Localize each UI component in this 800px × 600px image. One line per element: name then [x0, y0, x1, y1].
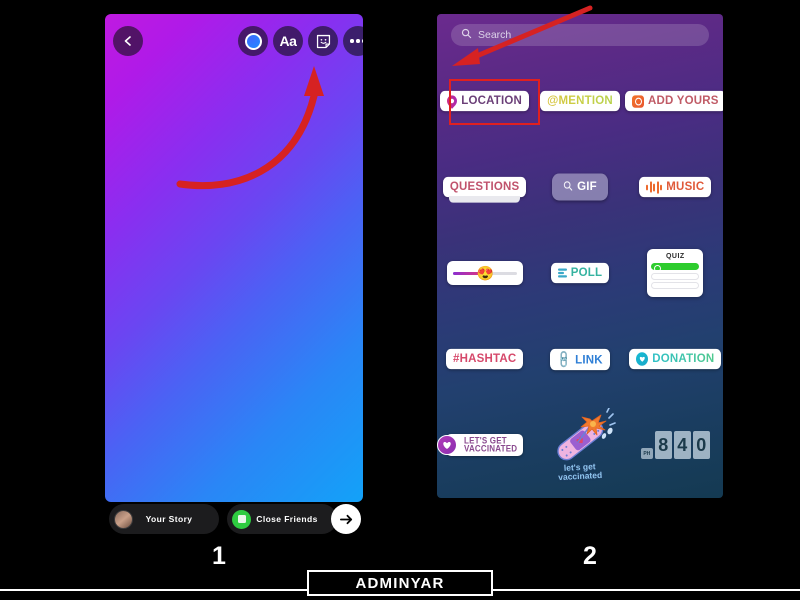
- sticker-donation[interactable]: DONATION: [629, 348, 722, 370]
- sticker-link-label: LINK: [575, 352, 603, 366]
- close-friends-star-icon: [232, 509, 251, 529]
- sticker-add-yours-label: ADD YOURS: [648, 94, 719, 108]
- sticker-quiz-label: QUIZ: [665, 253, 685, 261]
- step-number-1: 1: [212, 542, 226, 570]
- countdown-digit: 4: [673, 431, 691, 459]
- sticker-poll[interactable]: POLL: [550, 262, 610, 284]
- color-swatch: [244, 32, 262, 50]
- annotation-arrow-to-sticker-tool: [176, 66, 324, 190]
- sticker-poll-label: POLL: [570, 266, 603, 280]
- sticker-cell: QUESTIONS: [439, 176, 531, 203]
- sticker-cell: let's get vaccinated: [534, 407, 626, 484]
- sticker-cell: @MENTION: [534, 90, 626, 112]
- poll-bars-icon: [557, 268, 567, 278]
- sticker-gif[interactable]: GIF: [552, 173, 608, 201]
- sticker-bandaid-flower[interactable]: let's get vaccinated: [540, 407, 621, 484]
- brush-color-icon[interactable]: [238, 26, 268, 56]
- sticker-mention[interactable]: @MENTION: [540, 90, 620, 112]
- search-icon: [461, 28, 472, 42]
- sticker-location[interactable]: LOCATION: [440, 90, 530, 112]
- sticker-tray-panel: Search LOCATION @MENTION ADD YOURS QUEST…: [437, 14, 723, 498]
- sticker-cell: ADD YOURS: [625, 90, 723, 112]
- sticker-add-yours[interactable]: ADD YOURS: [625, 90, 723, 112]
- close-friends-label: Close Friends: [256, 514, 318, 524]
- sticker-row: QUESTIONS GIF MUSIC: [437, 144, 723, 230]
- back-chevron-icon[interactable]: [113, 26, 143, 56]
- avatar: [114, 509, 133, 529]
- camera-icon: [632, 94, 645, 108]
- step-number-2: 2: [583, 542, 597, 570]
- sticker-hashtag[interactable]: #HASHTAC: [445, 348, 524, 370]
- vaccinated-line-2: VACCINATED: [464, 443, 518, 454]
- sticker-row: LOCATION @MENTION ADD YOURS: [437, 58, 723, 144]
- sticker-cell: 🔗 LINK: [534, 348, 626, 370]
- countdown-digit: 8: [654, 431, 672, 459]
- search-placeholder: Search: [478, 29, 512, 41]
- countdown-unit: PH: [640, 448, 653, 459]
- sticker-cell: GIF: [534, 173, 626, 201]
- your-story-button[interactable]: Your Story: [109, 504, 219, 534]
- sticker-cell: POLL: [534, 262, 626, 284]
- quiz-option: [651, 272, 700, 280]
- sticker-lets-get-vaccinated[interactable]: LET'S GET VACCINATED: [437, 433, 524, 457]
- heart-badge-icon: [437, 435, 458, 455]
- next-arrow-button[interactable]: [331, 504, 361, 534]
- text-tool-label: Aa: [279, 33, 297, 49]
- sticker-cell: DONATION: [629, 348, 722, 370]
- sticker-smiley-icon[interactable]: [308, 26, 338, 56]
- map-pin-icon: [445, 93, 460, 109]
- sticker-hashtag-label: #HASHTAC: [452, 352, 517, 366]
- sticker-music[interactable]: MUSIC: [639, 176, 712, 198]
- your-story-label: Your Story: [145, 514, 193, 524]
- emoji-slider-icon: 😍: [476, 265, 495, 281]
- chain-link-icon: 🔗: [555, 349, 574, 370]
- bandaid-flower-icon: [557, 407, 616, 461]
- sticker-cell: LOCATION: [439, 90, 531, 112]
- flower-caption-line-2: vaccinated: [557, 470, 603, 483]
- sticker-location-label: LOCATION: [461, 94, 523, 108]
- sticker-cell: PH 8 4 0: [629, 431, 721, 459]
- watermark-badge: ADMINYAR: [307, 570, 493, 596]
- sticker-questions-label: QUESTIONS: [449, 180, 520, 194]
- sticker-countdown[interactable]: PH 8 4 0: [640, 431, 710, 459]
- waveform-icon: [646, 180, 663, 194]
- sticker-row: LET'S GET VACCINATED let's get vaccinate…: [437, 402, 723, 488]
- screenshot-root: Aa Your Story Close Friends Search LOCAT…: [0, 0, 800, 600]
- sticker-cell: QUIZ: [629, 249, 721, 297]
- sticker-link[interactable]: 🔗 LINK: [550, 348, 610, 370]
- sticker-mention-label: @MENTION: [547, 94, 613, 108]
- story-composer-panel: Aa: [105, 14, 363, 502]
- more-options-icon[interactable]: [343, 26, 363, 56]
- sticker-search-input[interactable]: Search: [451, 24, 709, 46]
- close-friends-button[interactable]: Close Friends: [227, 504, 337, 534]
- sticker-row: 😍 POLL QUIZ: [437, 230, 723, 316]
- sticker-cell: MUSIC: [629, 176, 721, 198]
- sticker-row: #HASHTAC 🔗 LINK DONATION: [437, 316, 723, 402]
- sticker-gif-label: GIF: [577, 180, 597, 194]
- sticker-emoji-slider[interactable]: 😍: [446, 261, 523, 285]
- sticker-cell: LET'S GET VACCINATED: [437, 433, 531, 457]
- heart-circle-icon: [636, 352, 649, 366]
- sticker-cell: #HASHTAC: [439, 348, 531, 370]
- sticker-questions[interactable]: QUESTIONS: [442, 176, 527, 203]
- sticker-donation-label: DONATION: [652, 352, 715, 366]
- quiz-option: [651, 282, 700, 290]
- text-tool-button[interactable]: Aa: [273, 26, 303, 56]
- ellipsis-glyph: [350, 39, 363, 43]
- search-icon: [563, 180, 573, 193]
- story-share-bar: Your Story Close Friends: [105, 504, 363, 536]
- countdown-digit: 0: [692, 431, 710, 459]
- quiz-option-correct: [651, 263, 700, 273]
- story-toolbar: Aa: [105, 26, 363, 60]
- sticker-cell: 😍: [439, 261, 531, 285]
- sticker-quiz[interactable]: QUIZ: [647, 249, 704, 297]
- sticker-grid: LOCATION @MENTION ADD YOURS QUESTIONS GI…: [437, 58, 723, 488]
- sticker-music-label: MUSIC: [666, 180, 705, 194]
- bandaid-flower-caption: let's get vaccinated: [540, 461, 621, 484]
